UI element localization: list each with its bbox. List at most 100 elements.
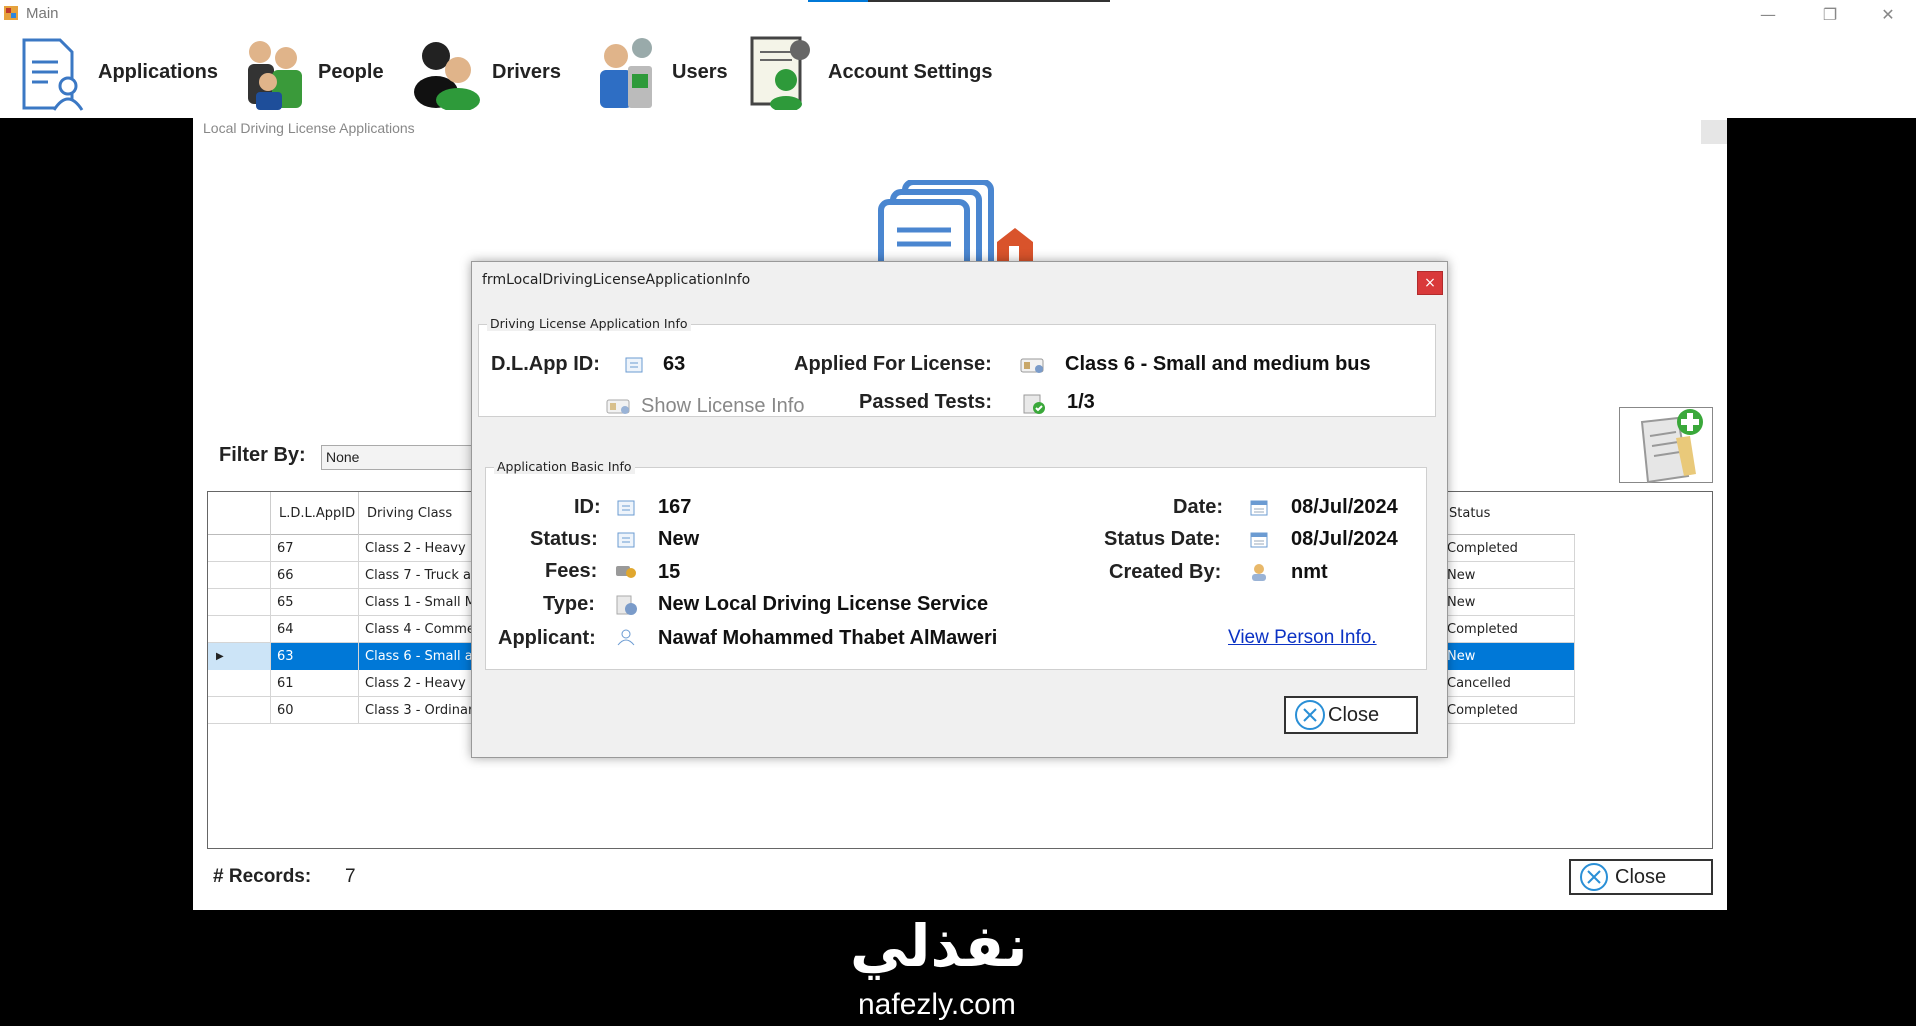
row-header (208, 589, 271, 616)
applications-icon (22, 38, 84, 111)
status-icon (617, 532, 635, 548)
created-by-value: nmt (1291, 561, 1328, 583)
menu-people[interactable]: People (238, 30, 384, 115)
people-icon (248, 40, 302, 110)
watermark-latin: nafezly.com (858, 988, 1016, 1021)
menu-applications[interactable]: Applications (18, 30, 218, 115)
cell-status: New (1441, 562, 1575, 589)
main-window: Main — ❐ ✕ Applications People Drivers U… (0, 0, 1916, 118)
taskbar-indicator (808, 0, 868, 2)
cell-status: New (1441, 589, 1575, 616)
app-id-value: 167 (658, 496, 692, 518)
date-value: 08/Jul/2024 (1291, 496, 1398, 518)
users-icon (600, 37, 652, 108)
cell-status: Completed (1441, 616, 1575, 643)
calendar-icon (1250, 532, 1268, 548)
applicant-value: Nawaf Mohammed Thabet AlMaweri (658, 627, 998, 649)
cell-appid: 64 (271, 616, 359, 643)
show-license-icon (606, 399, 630, 414)
user-icon (1252, 564, 1266, 581)
close-window-button[interactable]: ✕ (1868, 2, 1908, 28)
filter-label: Filter By: (219, 444, 306, 466)
menu-drivers-label: Drivers (492, 61, 561, 83)
menu-applications-label: Applications (98, 61, 219, 83)
menu-bar: Applications People Drivers Users Accoun… (0, 30, 1100, 115)
application-info-dialog: frmLocalDrivingLicenseApplicationInfo × … (471, 261, 1448, 758)
ldla-close-x[interactable] (1701, 120, 1727, 144)
records-count: 7 (345, 866, 356, 887)
row-header (208, 562, 271, 589)
minimize-button[interactable]: — (1748, 2, 1788, 28)
passed-tests-icon (1023, 394, 1045, 414)
col-header-status[interactable]: Status (1441, 492, 1575, 535)
cell-status: Completed (1441, 697, 1575, 724)
date-label: Date: (1173, 496, 1224, 518)
passed-tests-value: 1/3 (1067, 391, 1095, 413)
fees-label: Fees: (545, 560, 598, 582)
applied-for-license-label: Applied For License: (794, 353, 992, 375)
filter-select[interactable]: None (321, 445, 481, 470)
title-bar: Main — ❐ ✕ (0, 0, 1916, 30)
menu-account-settings[interactable]: Account Settings (748, 30, 992, 115)
license-card-icon (1020, 358, 1044, 373)
menu-account-settings-label: Account Settings (828, 61, 993, 83)
cell-appid: 65 (271, 589, 359, 616)
row-header (208, 616, 271, 643)
dialog-close-button[interactable]: Close (1284, 696, 1418, 734)
status-value: New (658, 528, 700, 550)
row-header-corner (208, 492, 271, 535)
fees-value: 15 (658, 561, 681, 583)
status-date-label: Status Date: (1104, 528, 1221, 550)
app-id-label: ID: (574, 496, 601, 518)
person-icon (617, 629, 635, 646)
restore-button[interactable]: ❐ (1810, 2, 1850, 28)
application-basic-info-group: Application Basic Info ID: 167 Status: N… (485, 459, 1427, 670)
type-icon (616, 595, 637, 615)
cell-status: New (1441, 643, 1575, 670)
view-person-info-link[interactable]: View Person Info. (1228, 627, 1377, 649)
menu-users[interactable]: Users (592, 30, 728, 115)
id-icon (625, 357, 643, 373)
row-pointer-icon: ▶ (208, 643, 271, 670)
cell-status: Cancelled (1441, 670, 1575, 697)
calendar-icon (1250, 500, 1268, 516)
menu-people-label: People (318, 61, 384, 83)
app-icon (4, 6, 18, 20)
status-date-value: 08/Jul/2024 (1291, 528, 1398, 550)
dialog-title: frmLocalDrivingLicenseApplicationInfo (482, 272, 751, 288)
passed-tests-label: Passed Tests: (859, 391, 993, 413)
records-label: # Records: (213, 866, 312, 887)
row-header (208, 535, 271, 562)
cell-appid: 63 (271, 643, 359, 670)
show-license-info-link[interactable]: Show License Info (641, 395, 804, 418)
applied-for-license-value: Class 6 - Small and medium bus (1065, 353, 1371, 375)
type-label: Type: (543, 593, 595, 615)
ldla-title: Local Driving License Applications (203, 120, 415, 136)
cell-appid: 67 (271, 535, 359, 562)
menu-users-label: Users (672, 61, 728, 83)
cell-appid: 60 (271, 697, 359, 724)
watermark-arabic: نفذلي (850, 912, 1028, 980)
cell-appid: 61 (271, 670, 359, 697)
row-header (208, 670, 271, 697)
row-header (208, 697, 271, 724)
dl-group-legend: Driving License Application Info (487, 316, 691, 331)
window-title: Main (26, 5, 59, 22)
basic-group-legend: Application Basic Info (494, 459, 635, 474)
created-by-label: Created By: (1109, 561, 1222, 583)
taskbar-indicator-2 (868, 0, 1110, 2)
close-button[interactable]: Close (1569, 859, 1713, 895)
add-application-button[interactable] (1619, 407, 1713, 484)
dialog-close-x-button[interactable]: × (1417, 271, 1443, 295)
dlapp-id-label: D.L.App ID: (491, 353, 600, 375)
menu-drivers[interactable]: Drivers (412, 30, 561, 115)
drivers-icon (414, 41, 480, 112)
dlapp-id-value: 63 (663, 353, 686, 375)
cell-appid: 66 (271, 562, 359, 589)
applicant-label: Applicant: (498, 627, 596, 649)
account-settings-icon (750, 36, 810, 112)
col-header-appid[interactable]: L.D.L.AppID (271, 492, 359, 535)
dl-application-info-group: Driving License Application Info D.L.App… (478, 316, 1436, 418)
fees-icon (616, 566, 636, 578)
close-button-label: Close (1615, 865, 1667, 888)
